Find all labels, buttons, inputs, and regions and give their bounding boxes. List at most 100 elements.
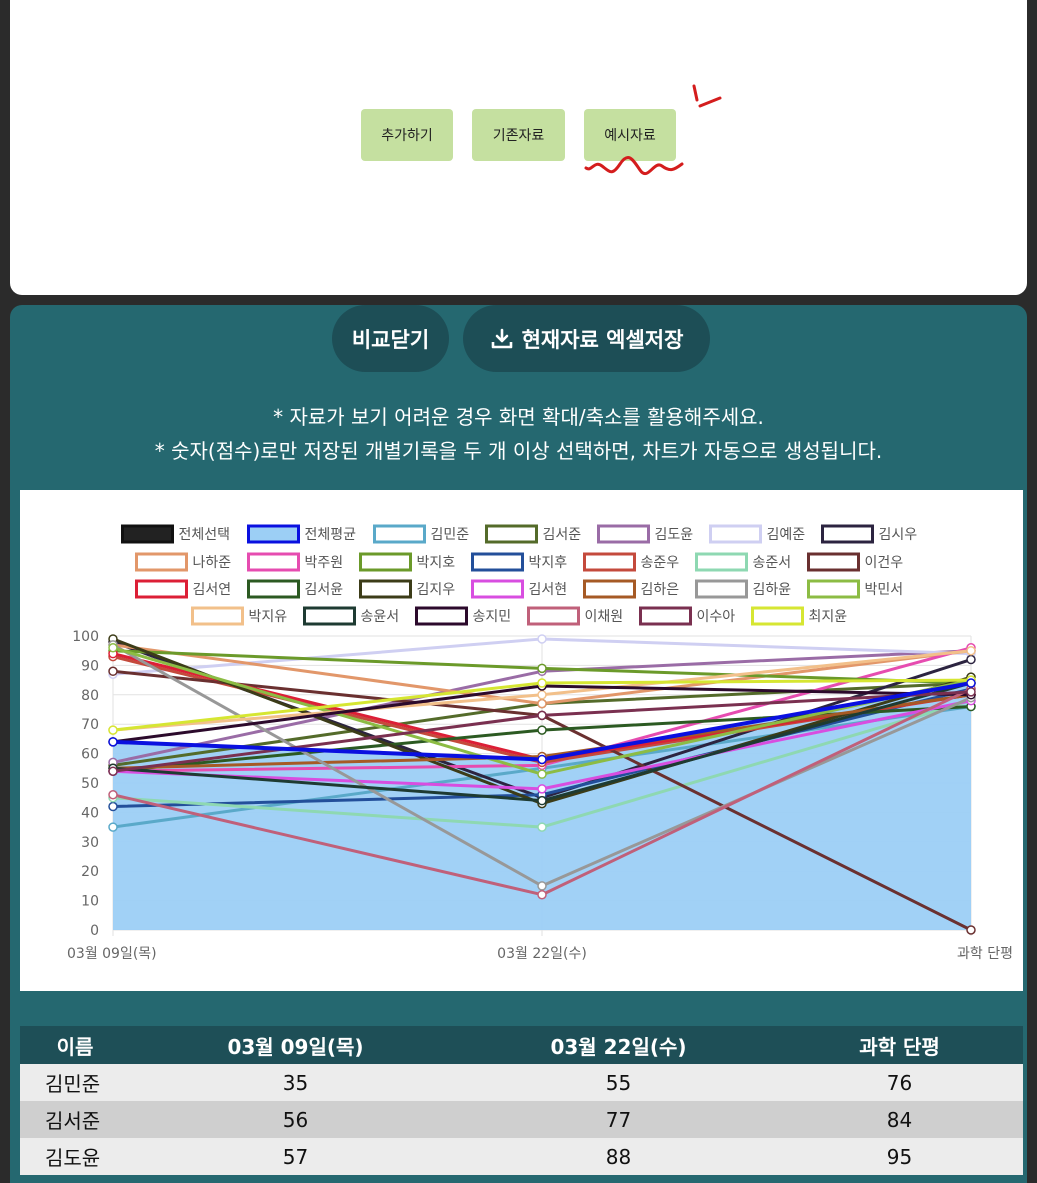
data-point bbox=[108, 666, 118, 677]
legend-swatch bbox=[415, 606, 468, 626]
add-button[interactable]: 추가하기 bbox=[361, 109, 453, 161]
legend-swatch bbox=[121, 524, 174, 544]
y-tick-label: 0 bbox=[90, 923, 99, 939]
y-tick-label: 80 bbox=[81, 688, 99, 704]
x-tick-label: 03월 09일(목) bbox=[67, 946, 157, 962]
legend-label: 전체평균 bbox=[305, 527, 357, 543]
legend-swatch bbox=[471, 579, 524, 599]
legend-label: 이건우 bbox=[865, 555, 904, 571]
legend-swatch bbox=[247, 552, 300, 572]
data-point bbox=[537, 690, 547, 700]
legend-label: 김서현 bbox=[529, 582, 568, 598]
data-point bbox=[537, 678, 547, 688]
header-name: 이름 bbox=[20, 1026, 130, 1064]
legend-label: 김도윤 bbox=[655, 527, 694, 543]
data-point bbox=[108, 737, 118, 747]
x-tick-label: 03월 22일(수) bbox=[497, 946, 587, 962]
data-point bbox=[537, 698, 547, 709]
legend-label: 최지윤 bbox=[809, 609, 848, 625]
legend-swatch bbox=[247, 579, 300, 599]
table-row: 김서준 56 77 84 bbox=[20, 1101, 1023, 1138]
data-point bbox=[108, 725, 118, 735]
data-point bbox=[966, 925, 976, 935]
legend-label: 박지후 bbox=[529, 555, 568, 571]
cell-score: 77 bbox=[461, 1101, 776, 1138]
data-point bbox=[537, 889, 547, 900]
line-chart-svg: 전체선택 전체평균 김민준 김서준 김도윤 김예준 김시우나하준 박주원 박지호 박지후 송준우 송준… bbox=[67, 524, 1013, 962]
chart-hint-note: * 숫자(점수)로만 저장된 개별기록을 두 개 이상 선택하면, 차트가 자동… bbox=[154, 439, 883, 463]
cell-score: 76 bbox=[776, 1064, 1023, 1101]
y-tick-label: 70 bbox=[81, 717, 99, 733]
cell-name: 김도윤 bbox=[20, 1138, 130, 1175]
legend-swatch bbox=[471, 552, 524, 572]
table-row: 김도윤 57 88 95 bbox=[20, 1138, 1023, 1175]
data-point bbox=[108, 822, 118, 832]
data-point bbox=[537, 634, 547, 644]
legend-swatch bbox=[807, 552, 860, 572]
data-point bbox=[537, 822, 547, 832]
data-point bbox=[966, 645, 976, 656]
legend-label: 송준우 bbox=[641, 555, 680, 571]
data-point bbox=[537, 754, 547, 765]
close-compare-label: 비교닫기 bbox=[351, 327, 430, 352]
data-point bbox=[108, 801, 118, 812]
legend-swatch bbox=[695, 579, 748, 599]
header-date-2: 03월 22일(수) bbox=[461, 1026, 776, 1064]
legend-label: 김하은 bbox=[641, 582, 680, 598]
legend-swatch bbox=[135, 579, 188, 599]
table-header-row: 이름 03월 09일(목) 03월 22일(수) 과학 단평 bbox=[20, 1026, 1023, 1064]
y-tick-label: 40 bbox=[81, 805, 99, 821]
excel-save-label: 현재자료 엑셀저장 bbox=[521, 327, 684, 352]
cell-name: 김서준 bbox=[20, 1101, 130, 1138]
cell-score: 88 bbox=[461, 1138, 776, 1175]
legend-label: 박지유 bbox=[249, 609, 288, 625]
legend-swatch bbox=[303, 606, 356, 626]
legend-label: 김예준 bbox=[767, 527, 806, 543]
legend-swatch bbox=[191, 606, 244, 626]
data-point bbox=[537, 725, 547, 735]
legend-label: 김서연 bbox=[193, 582, 232, 598]
y-tick-label: 30 bbox=[81, 835, 99, 851]
data-point bbox=[108, 790, 118, 800]
legend-label: 송준서 bbox=[753, 555, 792, 571]
legend-swatch bbox=[135, 552, 188, 572]
legend-swatch bbox=[807, 579, 860, 599]
y-tick-label: 90 bbox=[81, 658, 99, 674]
data-point bbox=[966, 654, 976, 665]
legend-label: 김민준 bbox=[431, 527, 470, 543]
header-date-1: 03월 09일(목) bbox=[130, 1026, 461, 1064]
header-review: 과학 단평 bbox=[776, 1026, 1023, 1064]
cell-score: 56 bbox=[130, 1101, 461, 1138]
legend-label: 김지우 bbox=[417, 582, 456, 598]
legend-swatch bbox=[709, 524, 762, 544]
legend-label: 전체선택 bbox=[179, 527, 231, 543]
y-tick-label: 50 bbox=[81, 776, 99, 792]
legend-swatch bbox=[751, 606, 804, 626]
data-point bbox=[108, 766, 118, 776]
legend-label: 송지민 bbox=[473, 609, 512, 625]
legend-swatch bbox=[485, 524, 538, 544]
compare-panel: 비교닫기 현재자료 엑셀저장 * 자료가 보기 어려운 경우 화면 확대/축소를… bbox=[10, 305, 1027, 1183]
cell-name: 김민준 bbox=[20, 1064, 130, 1101]
legend-swatch bbox=[695, 552, 748, 572]
legend-swatch bbox=[359, 552, 412, 572]
legend-swatch bbox=[373, 524, 426, 544]
close-compare-button[interactable]: 비교닫기 bbox=[332, 305, 449, 372]
download-icon bbox=[491, 328, 512, 348]
data-point bbox=[537, 663, 547, 674]
existing-data-button[interactable]: 기존자료 bbox=[472, 109, 565, 161]
data-point bbox=[108, 643, 118, 653]
data-point bbox=[537, 784, 547, 794]
legend-label: 박민서 bbox=[865, 582, 904, 598]
legend-label: 박지호 bbox=[417, 555, 456, 571]
excel-save-button[interactable]: 현재자료 엑셀저장 bbox=[463, 305, 710, 372]
legend-label: 김서준 bbox=[543, 527, 582, 543]
y-tick-label: 60 bbox=[81, 747, 99, 763]
cell-score: 57 bbox=[130, 1138, 461, 1175]
data-point bbox=[966, 687, 976, 697]
legend-swatch bbox=[639, 606, 692, 626]
cell-score: 95 bbox=[776, 1138, 1023, 1175]
legend-swatch bbox=[583, 579, 636, 599]
legend-swatch bbox=[527, 606, 580, 626]
data-point bbox=[537, 795, 547, 806]
